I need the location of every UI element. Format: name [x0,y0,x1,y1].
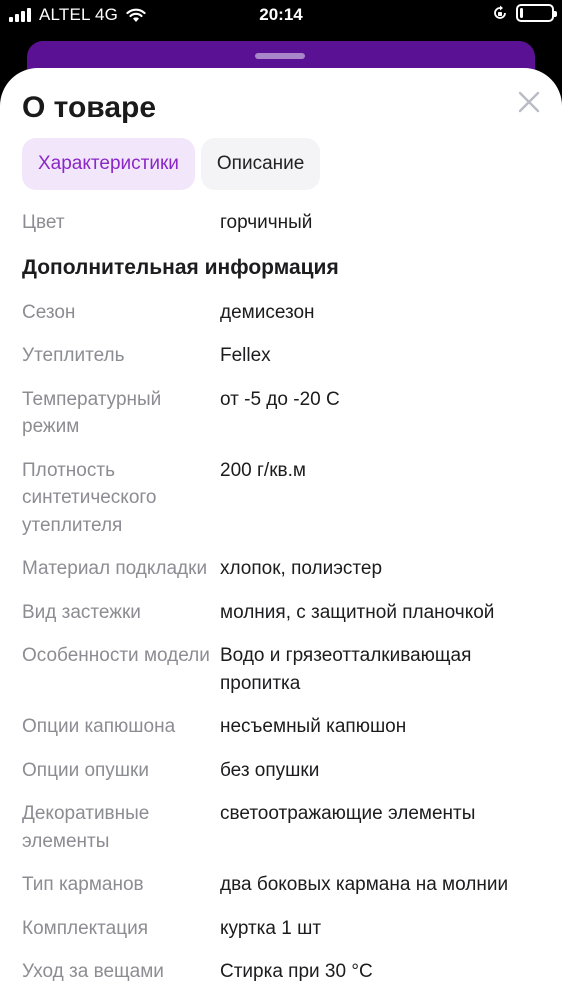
spec-label: Опции опушки [22,759,149,781]
clock: 20:14 [259,5,303,24]
spec-row: Цвет горчичный [22,209,552,237]
spec-label: Сезон [22,301,76,323]
status-bar: ALTEL 4G 20:14 [0,0,562,30]
spec-value: от -5 до -20 С [220,388,340,410]
spec-value: Fellex [220,345,271,366]
spec-value: Стирка при 30 °С [220,961,373,982]
spec-row: Плотность синтетического утеплителя 200 … [22,457,552,540]
spec-value: несъемный капюшон [220,716,407,737]
spec-value: два боковых кармана на молнии [220,874,509,895]
spec-label: Уход за вещами [22,961,164,982]
spec-row: Утеплитель Fellex [22,342,552,370]
spec-value: 200 г/кв.м [220,459,306,481]
spec-list: Цвет горчичный Дополнительная информация… [22,209,552,999]
tab-characteristics[interactable]: Характеристики [22,138,195,190]
spec-row: Материал подкладки хлопок, полиэстер [22,555,552,583]
product-info-sheet: О товаре Характеристики Описание Цвет го… [0,68,562,999]
spec-value: демисезон [220,301,315,323]
spec-value: Водо и грязеотталкивающая пропитка [220,645,472,694]
spec-row: Тип карманов два боковых кармана на молн… [22,871,552,899]
sheet-title: О товаре [22,91,157,124]
spec-label: Температурный режим [22,388,162,438]
spec-label: Вид застежки [22,601,141,623]
spec-row: Уход за вещами Стирка при 30 °С [22,958,552,986]
spec-row: Вид застежки молния, с защитной планочко… [22,599,552,627]
close-icon[interactable] [513,86,545,118]
spec-row: Температурный режим от -5 до -20 С [22,386,552,441]
tab-bar: Характеристики Описание [22,138,321,190]
spec-value: хлопок, полиэстер [220,558,383,579]
spec-value: светоотражающие элементы [220,803,476,824]
spec-row: Комплектация куртка 1 шт [22,915,552,943]
spec-row: Особенности модели Водо и грязеотталкива… [22,642,552,697]
battery-icon [516,4,557,22]
orientation-lock-icon [494,5,506,19]
sheet-drag-handle[interactable] [255,53,305,59]
spec-value: горчичный [220,212,313,233]
spec-value: без опушки [220,759,320,781]
spec-row: Опции опушки без опушки [22,757,552,785]
spec-label: Комплектация [22,917,149,939]
spec-label: Плотность синтетического утеплителя [22,459,157,536]
spec-row: Опции капюшона несъемный капюшон [22,713,552,741]
spec-label: Опции капюшона [22,716,176,737]
spec-label: Материал подкладки [22,558,208,579]
section-heading: Дополнительная информация [22,255,339,279]
spec-value: куртка 1 шт [220,917,322,939]
spec-label: Декоративные элементы [22,803,150,852]
tab-description[interactable]: Описание [200,138,321,190]
spec-value: молния, с защитной планочкой [220,601,495,623]
spec-row: Сезон демисезон [22,299,552,327]
spec-label: Утеплитель [22,345,125,366]
spec-label: Цвет [22,212,65,233]
spec-label: Тип карманов [22,874,144,895]
spec-label: Особенности модели [22,645,210,666]
spec-row: Декоративные элементы светоотражающие эл… [22,800,552,855]
